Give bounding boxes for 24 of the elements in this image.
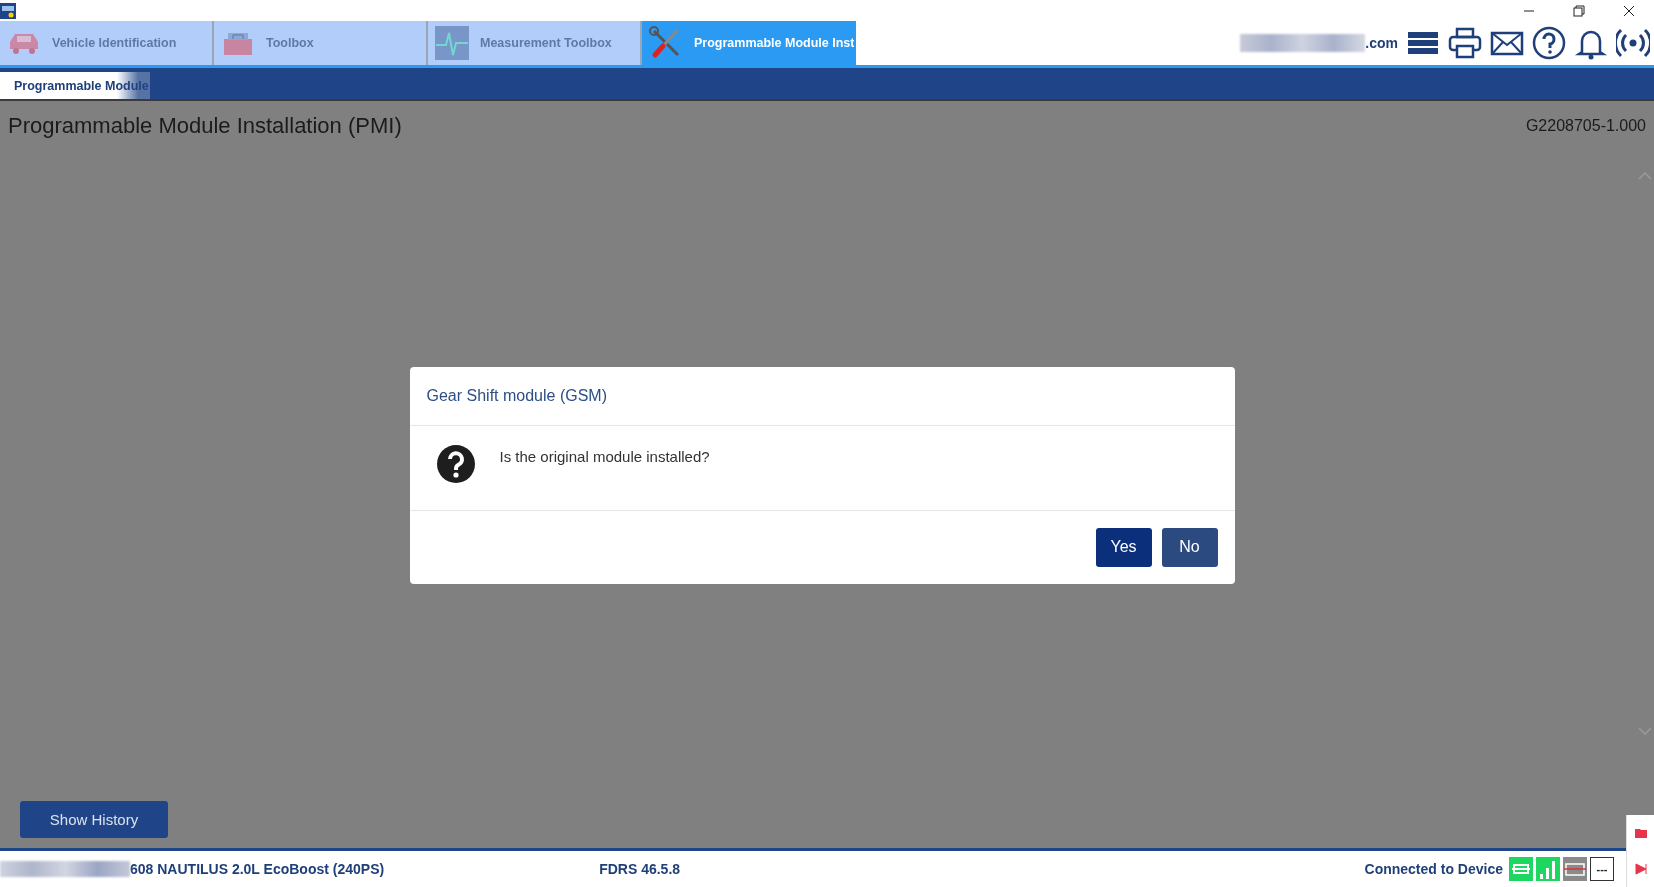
battery-icon — [1563, 857, 1587, 881]
vehicle-info: 608 NAUTILUS 2.0L EcoBoost (240PS) — [130, 861, 385, 877]
show-history-button[interactable]: Show History — [20, 801, 168, 838]
dialog-message: Is the original module installed? — [499, 447, 710, 465]
account-email: .com — [1365, 35, 1398, 51]
question-icon — [435, 443, 476, 484]
app-icon — [0, 2, 16, 19]
signal-icon — [1536, 857, 1560, 881]
printer-icon[interactable] — [1448, 26, 1482, 60]
dialog-title: Gear Shift module (GSM) — [426, 386, 607, 404]
dialog-button[interactable]: No — [1161, 527, 1218, 567]
flag-icon[interactable] — [1633, 862, 1648, 876]
page-title: Programmable Module Installation (PMI) — [8, 113, 402, 139]
version-text: FDRS 46.5.8 — [599, 861, 681, 877]
connector-icon — [1509, 857, 1533, 881]
dialog-button[interactable]: Yes — [1095, 527, 1152, 567]
status-indicator: --- — [1590, 857, 1614, 881]
procedure-code: G2208705-1.000 — [1525, 117, 1646, 135]
connection-status: Connected to Device — [1364, 861, 1503, 877]
page-tab[interactable]: Programmable Module — [0, 72, 150, 99]
waveform-icon — [434, 25, 470, 61]
broadcast-icon[interactable] — [1616, 26, 1650, 60]
folder-icon[interactable] — [1633, 826, 1648, 840]
help-icon[interactable] — [1532, 26, 1566, 60]
